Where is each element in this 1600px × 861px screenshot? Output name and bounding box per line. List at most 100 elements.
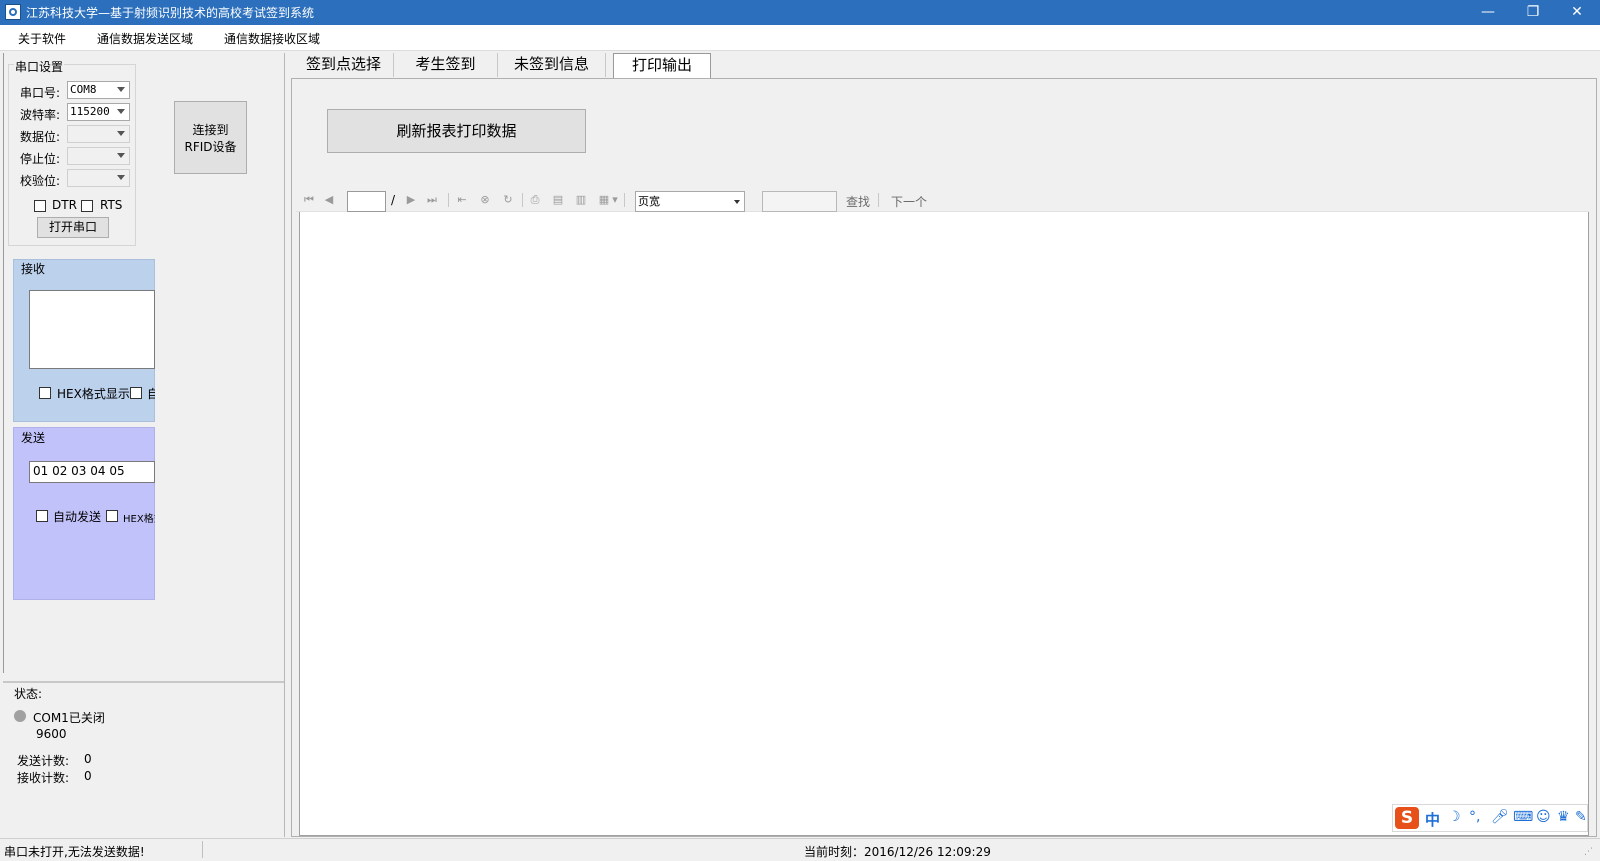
print-layout-icon[interactable]: ▤ [552,194,564,206]
toolbar-separator [522,193,523,207]
refresh-report-button[interactable]: 刷新报表打印数据 [327,109,586,153]
chevron-down-icon [734,200,740,204]
hex-display-label: HEX格式显示 [57,387,130,401]
tab-checkin-point[interactable]: 签到点选择 [294,53,394,77]
resize-grip-icon[interactable]: ⋰ [1584,847,1596,859]
minimize-button[interactable]: — [1465,0,1511,25]
receive-textbox[interactable] [29,290,155,369]
chevron-down-icon [117,153,125,158]
dtr-checkbox[interactable] [34,200,46,212]
status-dot-icon [14,710,26,722]
report-viewer[interactable] [299,190,1589,836]
left-panel-border [3,53,4,673]
user-icon[interactable]: ☺ [1536,809,1551,825]
auto-send-label: 自动发送 [53,510,102,524]
baud-select[interactable]: 115200 [67,103,130,121]
tab-print-output[interactable]: 打印输出 [613,53,711,78]
auto-send-checkbox[interactable] [36,510,48,522]
status-message: 串口未打开,无法发送数据! [4,845,145,859]
menu-send-area[interactable]: 通信数据发送区域 [97,30,193,47]
rts-label: RTS [100,198,123,212]
connect-rfid-line2: RFID设备 [184,140,237,154]
find-next-button[interactable]: 下一个 [891,193,927,210]
stopbits-label: 停止位: [20,152,61,166]
chevron-down-icon [117,131,125,136]
tab-student-checkin[interactable]: 考生签到 [394,53,498,77]
parity-label: 校验位: [20,174,61,188]
tab-unchecked-info[interactable]: 未签到信息 [498,53,606,77]
close-button[interactable]: ✕ [1554,0,1600,25]
rts-checkbox[interactable] [81,200,93,212]
chevron-down-icon [117,175,125,180]
send-title: 发送 [21,431,46,445]
chevron-down-icon [117,87,125,92]
punctuation-icon[interactable]: °, [1469,809,1480,825]
baud-label: 波特率: [20,108,61,122]
back-icon[interactable]: ⇤ [456,194,468,206]
ime-toolbar: S 中 ☽ °, 🎤︎ ⌨ ☺ ♛ ✎ [1392,804,1588,832]
status-bar: 串口未打开,无法发送数据! 当前时刻：2016/12/26 12:09:29 ⋰ [0,838,1600,861]
hex-display-checkbox[interactable] [39,387,51,399]
baud-value: 115200 [70,105,110,118]
menu-about[interactable]: 关于软件 [18,30,66,47]
send-input[interactable]: 01 02 03 04 05 [29,461,155,483]
page-separator: / [391,193,396,207]
receive-title: 接收 [21,262,46,276]
refresh-icon[interactable]: ↻ [502,194,514,206]
recv-count-label: 接收计数: [17,771,70,785]
find-button[interactable]: 查找 [846,193,870,210]
window-title: 江苏科技大学—基于射频识别技术的高校考试签到系统 [26,6,315,20]
auto-clear-checkbox[interactable] [130,387,142,399]
find-input[interactable] [762,191,837,212]
status-baud: 9600 [36,727,67,741]
zoom-value: 页宽 [638,195,660,208]
report-toolbar: ⏮ ◀ / ▶ ⏭ ⇤ ⊗ ↻ ⎙ ▤ ▥ ▦ ▾ 页宽 查找 下一个 [296,188,1589,212]
hex-send-checkbox[interactable] [106,510,118,522]
toolbar-separator [448,193,449,207]
menu-receive-area[interactable]: 通信数据接收区域 [224,30,320,47]
parity-select[interactable] [67,169,130,187]
wrench-icon[interactable]: ✎ [1575,809,1587,825]
maximize-button[interactable]: ❐ [1510,0,1556,25]
export-icon[interactable]: ▦ [598,194,610,206]
recv-count: 0 [84,769,92,783]
moon-icon[interactable]: ☽ [1448,809,1461,825]
connect-rfid-line1: 连接到 [192,123,229,137]
open-port-button[interactable]: 打开串口 [37,217,109,238]
stop-icon[interactable]: ⊗ [479,194,491,206]
databits-label: 数据位: [20,130,61,144]
toolbar-separator [878,193,879,207]
status-divider [3,681,284,683]
sent-count: 0 [84,752,92,766]
truncated-option-label: 自 [147,387,155,401]
current-time: 当前时刻：2016/12/26 12:09:29 [804,845,991,859]
menu-bar: 关于软件 通信数据发送区域 通信数据接收区域 [0,25,1600,51]
microphone-icon[interactable]: 🎤︎ [1491,809,1509,825]
first-page-icon[interactable]: ⏮ [303,194,315,206]
serial-settings-title: 串口设置 [14,58,65,75]
stopbits-select[interactable] [67,147,130,165]
export-dropdown-icon[interactable]: ▾ [611,194,619,206]
next-page-icon[interactable]: ▶ [405,194,417,206]
last-page-icon[interactable]: ⏭ [426,194,438,206]
dtr-label: DTR [52,198,77,212]
page-number-input[interactable] [347,191,386,212]
page-setup-icon[interactable]: ▥ [575,194,587,206]
port-select[interactable]: COM8 [67,81,130,99]
port-state: COM1已关闭 [33,711,105,725]
databits-select[interactable] [67,125,130,143]
print-icon[interactable]: ⎙ [529,194,541,206]
connect-rfid-button[interactable]: 连接到 RFID设备 [174,101,247,174]
zoom-select[interactable]: 页宽 [635,191,745,212]
sent-count-label: 发送计数: [17,754,70,768]
ime-logo-icon[interactable]: S [1395,807,1419,829]
hex-send-label: HEX格式 [123,514,155,525]
skin-icon[interactable]: ♛ [1557,809,1570,825]
status-separator [202,841,203,858]
ime-mode[interactable]: 中 [1425,809,1440,830]
title-bar: 江苏科技大学—基于射频识别技术的高校考试签到系统 — ❐ ✕ [0,0,1600,25]
status-title: 状态: [14,687,43,701]
toolbar-separator [624,193,625,207]
keyboard-icon[interactable]: ⌨ [1513,809,1533,825]
prev-page-icon[interactable]: ◀ [323,194,335,206]
